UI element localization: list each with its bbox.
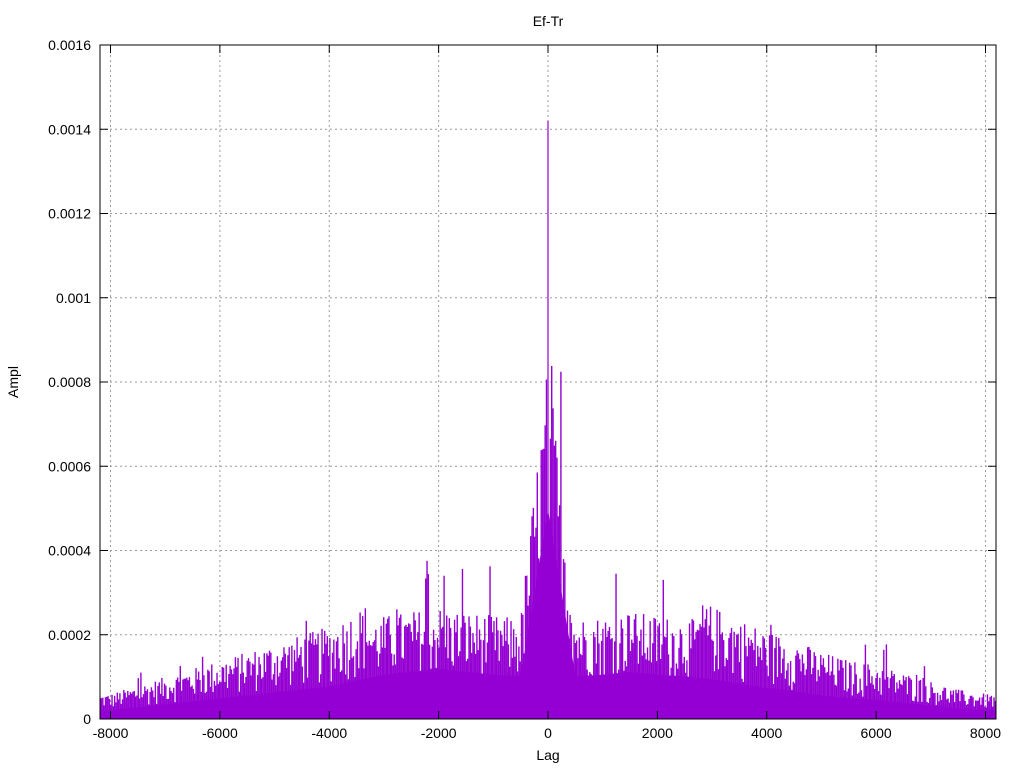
y-tick-label: 0.001: [56, 290, 91, 306]
x-axis-label: Lag: [536, 747, 559, 763]
x-tick-label: 8000: [970, 725, 1001, 741]
x-tick-label: 4000: [751, 725, 782, 741]
x-tick-label: 6000: [861, 725, 892, 741]
y-tick-label: 0: [83, 711, 91, 727]
y-axis-label: Ampl: [5, 366, 21, 398]
data-series: [99, 120, 997, 719]
x-tick-label: -4000: [311, 725, 347, 741]
x-tick-label: -6000: [202, 725, 238, 741]
x-tick-label: -8000: [93, 725, 129, 741]
y-tick-label: 0.0006: [48, 458, 91, 474]
y-tick-label: 0.0002: [48, 627, 91, 643]
y-tick-label: 0.0016: [48, 37, 91, 53]
y-tick-label: 0.0008: [48, 374, 91, 390]
x-tick-label: 2000: [642, 725, 673, 741]
x-tick-label: 0: [544, 725, 552, 741]
plot-area: -8000 -6000 -4000 -2000 0 2000 4000 6000 8000 0 0.…: [5, 13, 1001, 763]
axis-ticks: -8000 -6000 -4000 -2000 0 2000 4000 6000 8000 0 0.…: [48, 37, 1001, 741]
y-tick-label: 0.0012: [48, 206, 91, 222]
x-tick-label: -2000: [421, 725, 457, 741]
y-tick-label: 0.0004: [48, 543, 91, 559]
y-tick-label: 0.0014: [48, 121, 91, 137]
chart-title: Ef-Tr: [533, 13, 564, 29]
